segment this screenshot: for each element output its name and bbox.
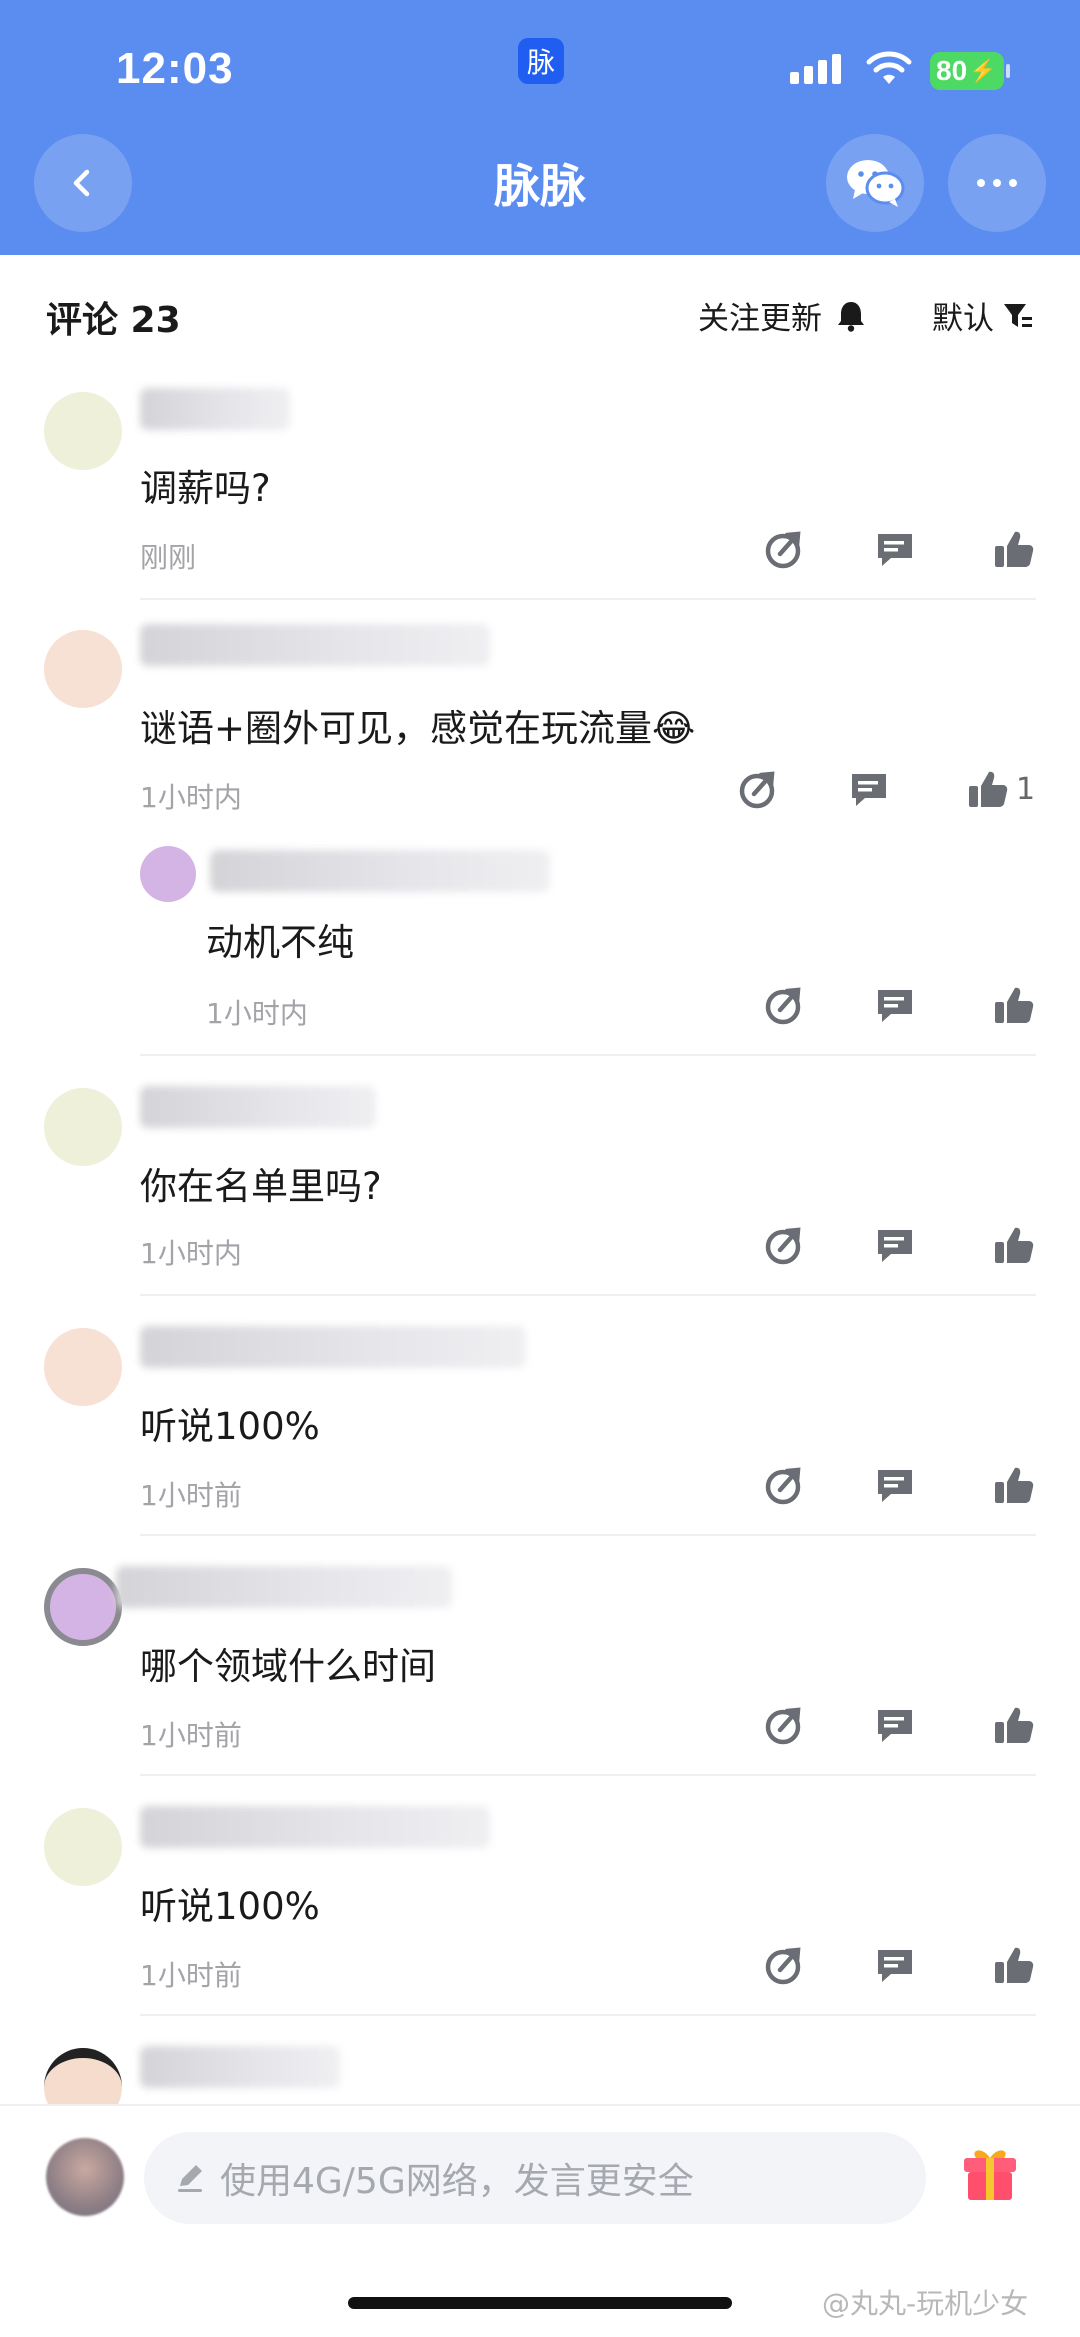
avatar[interactable]: [44, 1568, 122, 1646]
pen-icon: [178, 2165, 202, 2192]
wechat-share-button[interactable]: [826, 134, 924, 232]
blurred-username: [140, 1326, 526, 1368]
like-icon[interactable]: [966, 768, 1010, 812]
avatar[interactable]: [44, 392, 122, 470]
share-icon[interactable]: [762, 1704, 806, 1748]
divider: [140, 1774, 1036, 1776]
divider: [140, 598, 1036, 600]
app-badge-icon: 脉: [518, 38, 564, 84]
share-icon[interactable]: [762, 1464, 806, 1508]
share-icon[interactable]: [762, 1224, 806, 1268]
home-indicator[interactable]: [348, 2297, 732, 2309]
avatar[interactable]: [44, 1808, 122, 1886]
like-icon[interactable]: [992, 1464, 1036, 1508]
divider: [140, 1054, 1036, 1056]
avatar[interactable]: [44, 1088, 122, 1166]
reply-icon[interactable]: [847, 768, 891, 812]
reply-text: 动机不纯: [206, 921, 354, 964]
wifi-icon: [866, 51, 912, 84]
share-icon[interactable]: [762, 984, 806, 1028]
sort-button[interactable]: 默认: [932, 293, 1034, 338]
like-icon[interactable]: [992, 984, 1036, 1028]
battery-indicator: 80 ⚡: [930, 52, 1010, 90]
reply-time: 1小时内: [206, 997, 308, 1030]
divider: [140, 1294, 1036, 1296]
watermark: @丸丸-玩机少女: [822, 2287, 1029, 2320]
comment-text: 听说100%: [140, 1885, 320, 1928]
comment-input[interactable]: 使用4G/5G网络，发言更安全: [144, 2132, 926, 2224]
blurred-username: [140, 1086, 376, 1128]
blurred-username: [116, 1566, 452, 1608]
sort-label: 默认: [932, 301, 994, 337]
my-avatar[interactable]: [46, 2138, 124, 2216]
comment-text: 你在名单里吗?: [140, 1165, 382, 1208]
comment-time: 1小时前: [140, 1719, 242, 1752]
divider: [140, 2014, 1036, 2016]
blurred-username: [140, 1806, 490, 1848]
status-time: 12:03: [116, 44, 234, 93]
follow-update-button[interactable]: 关注更新: [698, 293, 866, 338]
reply-icon[interactable]: [873, 984, 917, 1028]
comment-time: 刚刚: [140, 541, 197, 574]
charging-bolt-icon: ⚡: [969, 58, 997, 83]
blurred-username: [210, 850, 550, 892]
divider: [140, 1534, 1036, 1536]
blurred-username: [140, 624, 490, 666]
battery-level: 80: [936, 55, 968, 86]
comment-text: 哪个领域什么时间: [140, 1645, 436, 1688]
comment-count: 评论 23: [46, 300, 181, 341]
comment-text: 听说100%: [140, 1405, 320, 1448]
like-icon[interactable]: [992, 1704, 1036, 1748]
comment-text: 谜语+圈外可见，感觉在玩流量😂: [140, 707, 696, 750]
bell-icon: [838, 301, 864, 332]
follow-update-label: 关注更新: [698, 301, 822, 337]
input-placeholder: 使用4G/5G网络，发言更安全: [220, 2161, 694, 2202]
filter-icon: [1004, 303, 1032, 327]
comment-time: 1小时前: [140, 1959, 242, 1992]
gift-icon[interactable]: [958, 2142, 1022, 2206]
like-icon[interactable]: [992, 1944, 1036, 1988]
reply-icon[interactable]: [873, 1704, 917, 1748]
like-icon[interactable]: [992, 1224, 1036, 1268]
reply-icon[interactable]: [873, 1944, 917, 1988]
share-icon[interactable]: [762, 1944, 806, 1988]
avatar[interactable]: [44, 1328, 122, 1406]
avatar[interactable]: [44, 630, 122, 708]
comment-time: 1小时前: [140, 1479, 242, 1512]
comment-text: 调薪吗?: [140, 467, 271, 510]
share-icon[interactable]: [736, 768, 780, 812]
like-icon[interactable]: [992, 528, 1036, 572]
share-icon[interactable]: [762, 528, 806, 572]
blurred-username: [140, 388, 290, 430]
more-icon: [977, 179, 1017, 187]
more-button[interactable]: [948, 134, 1046, 232]
reply-icon[interactable]: [873, 528, 917, 572]
comment-time: 1小时内: [140, 1237, 242, 1270]
cellular-signal-icon: [790, 54, 841, 84]
top-header: 12:03 脉 80 ⚡ 脉脉: [0, 0, 1080, 255]
reply-icon[interactable]: [873, 1464, 917, 1508]
avatar[interactable]: [140, 846, 196, 902]
blurred-username: [140, 2046, 340, 2088]
like-count: 1: [1016, 772, 1036, 807]
comment-header: 评论 23 关注更新 默认: [0, 255, 1080, 370]
wechat-icon: [847, 160, 905, 207]
comment-time: 1小时内: [140, 781, 242, 814]
reply-icon[interactable]: [873, 1224, 917, 1268]
